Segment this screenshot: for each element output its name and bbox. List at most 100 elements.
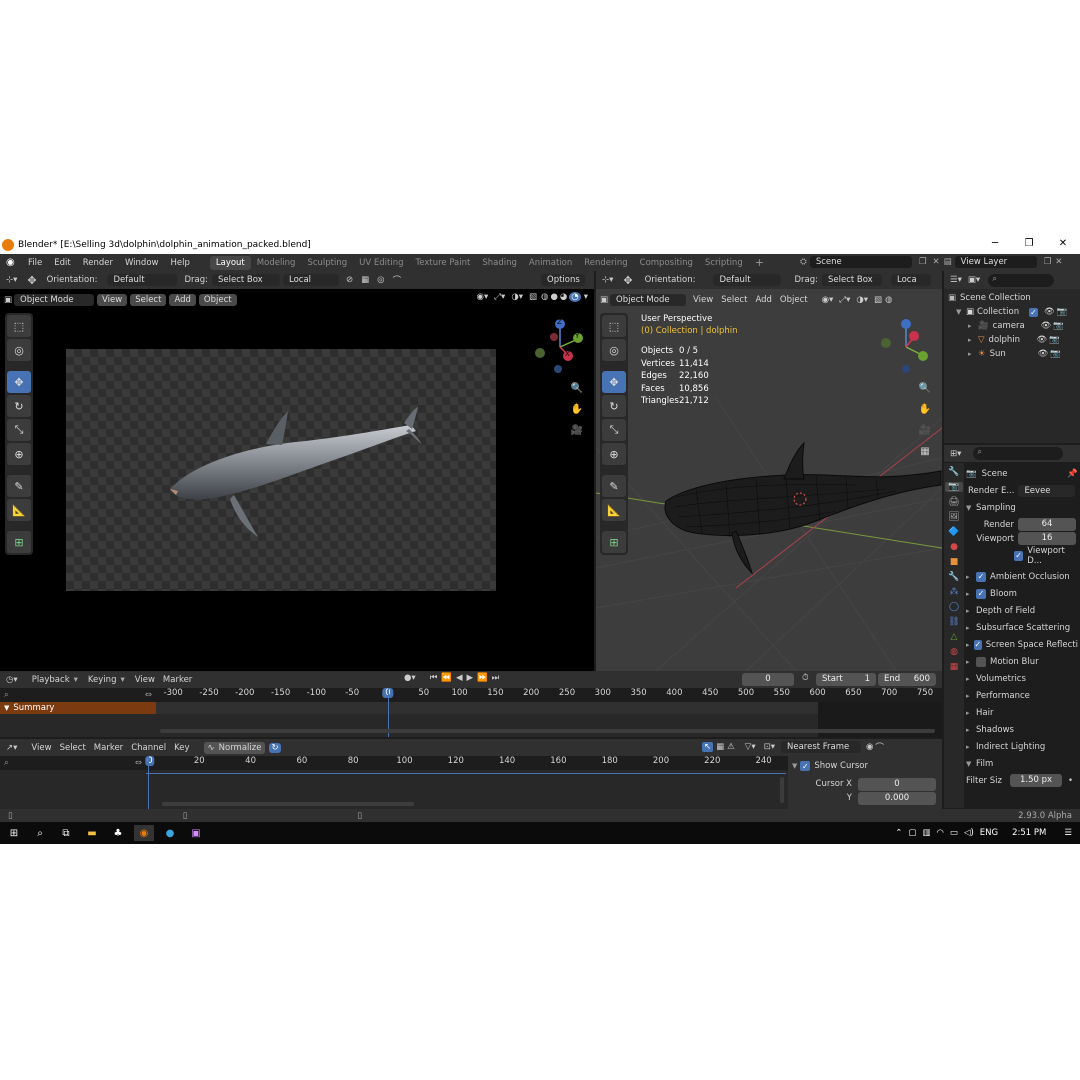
play-icon[interactable]: ▶ (466, 673, 473, 683)
camera-viewport[interactable]: ⊹▾ ✥ Orientation: Default Drag: Select B… (0, 271, 594, 671)
collection-camera-icon[interactable]: 📷 (1057, 307, 1068, 317)
right-pan-hand-icon[interactable]: ✋ (916, 400, 934, 418)
add-cube-tool[interactable]: ⊞ (7, 531, 31, 553)
tray-chevron-icon[interactable]: ⌃ (895, 828, 902, 838)
gizmo-toggle-icon[interactable]: ⤢▾ (494, 292, 505, 302)
properties-search-icon[interactable]: ⌕ (973, 447, 1064, 460)
outliner-item-label[interactable]: dolphin (989, 335, 1035, 345)
auto-key-icon[interactable]: ●▾ (404, 673, 416, 683)
graph-swap-icon[interactable]: ⇔ (135, 758, 142, 768)
properties-type-icon[interactable]: ⊞▾ (950, 449, 961, 459)
right-transform-dropdown[interactable]: Loca (890, 274, 931, 286)
panel-enable-checkbox[interactable]: ✓ (976, 571, 986, 582)
collection-eye-icon[interactable]: 👁 (1044, 307, 1055, 317)
menu-help[interactable]: Help (164, 258, 195, 268)
right-editor-type-icon[interactable]: ⊹▾ (602, 275, 613, 285)
end-frame-field[interactable]: End 600 (878, 673, 936, 686)
menu-render[interactable]: Render (77, 258, 119, 268)
tool-tab-icon[interactable]: 🔧 (948, 467, 959, 477)
panel-volumetrics[interactable]: ▸ Volumetrics (966, 670, 1078, 687)
delete-view-layer-icon[interactable]: ✕ (1055, 257, 1062, 267)
tray-app-icon[interactable]: ▢ (908, 828, 916, 838)
right-transform-pivot-icon[interactable]: ✥ (623, 274, 632, 287)
outliner-expand-icon[interactable]: ▸ (968, 336, 978, 344)
right-overlay-icon[interactable]: ◑▾ (856, 295, 868, 305)
outliner-expand-icon[interactable]: ▸ (968, 350, 978, 358)
tab-uv-editing[interactable]: UV Editing (353, 256, 409, 270)
eye-icon[interactable]: 👁 (1038, 349, 1049, 359)
timeline-menu-keying[interactable]: Keying (88, 675, 117, 685)
right-cursor-tool[interactable]: ◎ (602, 339, 626, 361)
premiere-icon[interactable]: ▣ (186, 825, 206, 841)
panel-motion-blur[interactable]: ▸ Motion Blur (966, 653, 1078, 670)
pan-hand-icon[interactable]: ✋ (568, 400, 586, 418)
panel-expand-icon[interactable]: ▼ (966, 760, 976, 768)
graph-v-scrollbar[interactable] (780, 777, 784, 803)
panel-depth-of-field[interactable]: ▸ Depth of Field (966, 602, 1078, 619)
graph-menu-select[interactable]: Select (60, 743, 86, 753)
left-menu-select[interactable]: Select (130, 293, 167, 306)
close-button[interactable]: ✕ (1046, 236, 1080, 252)
sampling-expand-icon[interactable]: ▼ (966, 504, 976, 512)
camera-view-icon[interactable]: 🎥 (568, 421, 586, 439)
filter-size-field[interactable]: 1.50 px (1010, 774, 1062, 787)
xray-icon[interactable]: ▧ (529, 292, 537, 302)
annotate-tool[interactable]: ✎ (7, 475, 31, 497)
curve-falloff-icon[interactable]: ⌒ (875, 741, 884, 753)
only-errors-icon[interactable]: ⚠ (727, 742, 735, 752)
wifi-icon[interactable]: ◠ (936, 828, 943, 838)
next-key-icon[interactable]: ⏩ (477, 673, 488, 683)
auto-normalize-icon[interactable]: ↻ (269, 742, 281, 753)
outliner-search-icon[interactable]: ⌕ (988, 273, 1055, 287)
panel-bloom[interactable]: ▸ ✓ Bloom (966, 585, 1078, 602)
show-cursor-expand-icon[interactable]: ▼ (792, 762, 797, 770)
output-tab-icon[interactable]: 🖨 (948, 497, 959, 507)
rotate-tool[interactable]: ↻ (7, 395, 31, 417)
graph-menu-key[interactable]: Key (174, 743, 189, 753)
graph-menu-marker[interactable]: Marker (94, 743, 123, 753)
graph-playhead[interactable] (148, 756, 149, 809)
tab-animation[interactable]: Animation (523, 256, 578, 270)
collection-exclude-checkbox[interactable]: ✓ (1029, 307, 1039, 317)
right-nav-gizmo[interactable] (876, 315, 936, 375)
blender-menu-icon[interactable]: ◉ (6, 257, 22, 268)
graph-menu-channel[interactable]: Channel (131, 743, 166, 753)
chat-app-icon[interactable]: ● (160, 825, 180, 841)
select-box-tool[interactable]: ⬚ (7, 315, 31, 337)
transform-pivot-icon[interactable]: ✥ (27, 274, 36, 287)
graph-type-icon[interactable]: ↗▾ (6, 743, 17, 753)
right-xray-icon[interactable]: ▧ (874, 295, 882, 305)
render-camera-icon[interactable]: 📷 (1050, 349, 1061, 359)
transform-dropdown[interactable]: Local (282, 274, 339, 286)
right-select-box-tool[interactable]: ⬚ (602, 315, 626, 337)
viewport-denoise-checkbox[interactable]: ✓ (1014, 550, 1024, 561)
panel-expand-icon[interactable]: ▸ (966, 726, 976, 734)
tab-sculpting[interactable]: Sculpting (301, 256, 353, 270)
overlay-toggle-icon[interactable]: ◑▾ (511, 292, 523, 302)
timeline-menu-marker[interactable]: Marker (163, 675, 192, 685)
tab-shading[interactable]: Shading (476, 256, 523, 270)
snap-dropdown[interactable]: Nearest Frame (780, 741, 861, 753)
menu-file[interactable]: File (22, 258, 48, 268)
right-transform-tool[interactable]: ⊕ (602, 443, 626, 465)
shading-material-icon[interactable]: ◕ (560, 292, 567, 302)
eye-icon[interactable]: 👁 (1041, 321, 1052, 331)
view-layer-field[interactable]: View Layer (954, 256, 1037, 268)
panel-enable-checkbox[interactable]: ✓ (976, 588, 986, 599)
right-menu-object[interactable]: Object (780, 295, 808, 305)
outliner-item-dolphin[interactable]: ▸ ▽ dolphin 👁 📷 (948, 333, 1076, 347)
right-rotate-tool[interactable]: ↻ (602, 395, 626, 417)
cursor-tool[interactable]: ◎ (7, 339, 31, 361)
panel-enable-checkbox[interactable] (976, 656, 986, 667)
outliner-expand-icon[interactable]: ▸ (968, 322, 978, 330)
tab-compositing[interactable]: Compositing (634, 256, 699, 270)
move-tool[interactable]: ✥ (7, 371, 31, 393)
timeline-scrollbar[interactable] (160, 729, 935, 733)
right-camera-view-icon[interactable]: 🎥 (916, 421, 934, 439)
right-drag-dropdown[interactable]: Select Box (821, 274, 882, 286)
battery-icon[interactable]: ▭ (950, 828, 958, 838)
timeline-menu-playback[interactable]: Playback (32, 675, 70, 685)
render-engine-dropdown[interactable]: Eevee (1018, 484, 1075, 497)
outliner-item-sun[interactable]: ▸ ☀ Sun 👁 📷 (948, 347, 1076, 361)
falloff-icon[interactable]: ⌒ (393, 274, 402, 286)
